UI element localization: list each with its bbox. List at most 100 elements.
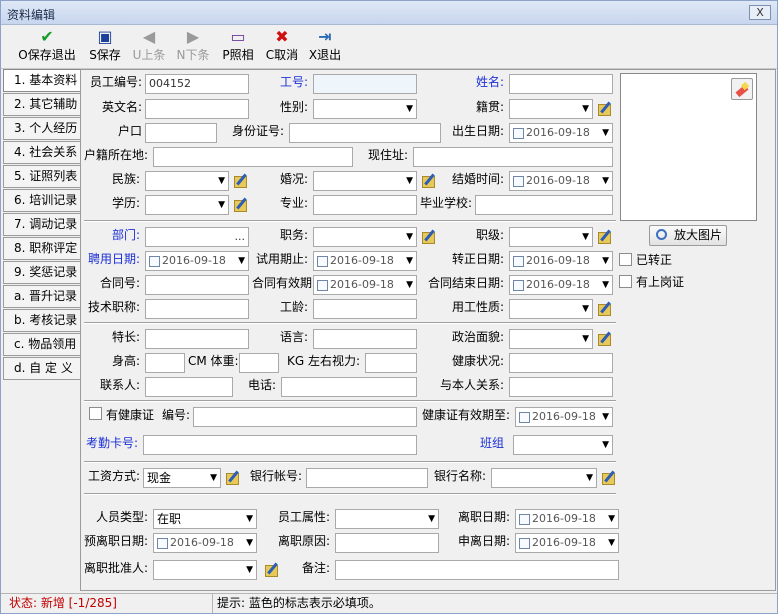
toolbar-photo-button[interactable]: ▭ P照相	[219, 27, 257, 67]
phone-input[interactable]	[281, 377, 417, 397]
photo-box[interactable]	[620, 73, 757, 221]
tab-9[interactable]: 9. 奖惩记录	[3, 261, 81, 284]
approver-select[interactable]: ▼	[153, 560, 257, 580]
duty-edit-icon[interactable]	[421, 228, 439, 246]
chevron-down-icon[interactable]: ▼	[586, 469, 593, 487]
chevron-down-icon[interactable]: ▼	[406, 100, 413, 118]
emp-attr-select[interactable]: ▼	[335, 509, 439, 529]
bank-acct-input[interactable]	[306, 468, 428, 488]
rank-edit-icon[interactable]	[597, 228, 615, 246]
marry-date[interactable]: 2016-09-18 ▼	[509, 171, 613, 191]
zoom-image-button[interactable]: 放大图片	[649, 225, 727, 246]
chevron-down-icon[interactable]: ▼	[238, 252, 245, 270]
tab-1[interactable]: 1. 基本资料	[3, 69, 81, 92]
regularized-checkbox[interactable]	[619, 253, 632, 266]
toolbar-exit-button[interactable]: ⇥ X退出	[307, 27, 343, 67]
chevron-down-icon[interactable]: ▼	[608, 510, 615, 528]
tab-6[interactable]: 6. 培训记录	[3, 189, 81, 212]
duty-select[interactable]: ▼	[313, 227, 417, 247]
title-input[interactable]	[145, 299, 249, 319]
emp-type-select[interactable]: 在职 ▼	[153, 509, 257, 529]
contract-valid-date[interactable]: 2016-09-18 ▼	[313, 275, 417, 295]
tab-5[interactable]: 5. 证照列表	[3, 165, 81, 188]
eng-name-input[interactable]	[145, 99, 249, 119]
wage-mode-select[interactable]: 现金 ▼	[143, 468, 221, 488]
chevron-down-icon[interactable]: ▼	[602, 172, 609, 190]
chevron-down-icon[interactable]: ▼	[582, 330, 589, 348]
marry-date-checkbox[interactable]	[513, 176, 524, 187]
toolbar-prev-button[interactable]: ◀ U上条	[129, 27, 169, 67]
tab-8[interactable]: 8. 职称评定	[3, 237, 81, 260]
chevron-down-icon[interactable]: ▼	[602, 252, 609, 270]
tab-11[interactable]: b. 考核记录	[3, 309, 81, 332]
apply-leave-date-checkbox[interactable]	[519, 538, 530, 549]
emp-no-input[interactable]: 004152	[145, 74, 249, 94]
leave-date-checkbox[interactable]	[519, 514, 530, 525]
health-cert-checkbox[interactable]	[89, 407, 102, 420]
bank-name-select[interactable]: ▼	[491, 468, 597, 488]
has-post-cert-checkbox[interactable]	[619, 275, 632, 288]
chevron-down-icon[interactable]: ▼	[218, 172, 225, 190]
tab-7[interactable]: 7. 调动记录	[3, 213, 81, 236]
pre-leave-date[interactable]: 2016-09-18 ▼	[153, 533, 257, 553]
chevron-down-icon[interactable]: ▼	[210, 469, 217, 487]
tab-12[interactable]: c. 物品领用	[3, 333, 81, 356]
toolbar-save-button[interactable]: ▣ S保存	[87, 27, 123, 67]
chevron-down-icon[interactable]: ▼	[246, 561, 253, 579]
chevron-down-icon[interactable]: ▼	[406, 252, 413, 270]
leave-reason-input[interactable]	[335, 533, 439, 553]
chevron-down-icon[interactable]: ▼	[406, 228, 413, 246]
card-no-input[interactable]	[143, 435, 417, 455]
seniority-input[interactable]	[313, 299, 417, 319]
marital-edit-icon[interactable]	[421, 172, 439, 190]
apply-leave-date[interactable]: 2016-09-18 ▼	[515, 533, 619, 553]
contract-end-date-checkbox[interactable]	[513, 280, 524, 291]
chevron-down-icon[interactable]: ▼	[602, 408, 609, 426]
relation-input[interactable]	[509, 377, 613, 397]
chevron-down-icon[interactable]: ▼	[582, 300, 589, 318]
remark-input[interactable]	[335, 560, 619, 580]
leave-date[interactable]: 2016-09-18 ▼	[515, 509, 619, 529]
rank-select[interactable]: ▼	[509, 227, 593, 247]
tab-4[interactable]: 4. 社会关系	[3, 141, 81, 164]
nation-edit-icon[interactable]	[233, 172, 251, 190]
emp-nature-select[interactable]: ▼	[509, 299, 593, 319]
contract-valid-date-checkbox[interactable]	[317, 280, 328, 291]
chevron-down-icon[interactable]: ▼	[218, 196, 225, 214]
name-input[interactable]	[509, 74, 613, 94]
shift-select[interactable]: ▼	[513, 435, 613, 455]
toolbar-save-exit-button[interactable]: ✔ O保存退出	[15, 27, 79, 67]
wage-mode-edit-icon[interactable]	[225, 469, 243, 487]
chevron-down-icon[interactable]: ▼	[428, 510, 435, 528]
native-select[interactable]: ▼	[509, 99, 593, 119]
chevron-down-icon[interactable]: ▼	[406, 276, 413, 294]
contract-no-input[interactable]	[145, 275, 249, 295]
dept-input[interactable]: ...	[145, 227, 249, 247]
contact-input[interactable]	[145, 377, 233, 397]
chevron-down-icon[interactable]: ▼	[602, 124, 609, 142]
edu-edit-icon[interactable]	[233, 196, 251, 214]
health-valid-date[interactable]: 2016-09-18 ▼	[515, 407, 613, 427]
toolbar-next-button[interactable]: ▶ N下条	[173, 27, 213, 67]
probation-date-checkbox[interactable]	[317, 256, 328, 267]
edu-select[interactable]: ▼	[145, 195, 229, 215]
chevron-down-icon[interactable]: ▼	[246, 510, 253, 528]
pre-leave-date-checkbox[interactable]	[157, 538, 168, 549]
political-select[interactable]: ▼	[509, 329, 593, 349]
birth-date[interactable]: 2016-09-18 ▼	[509, 123, 613, 143]
health-valid-date-checkbox[interactable]	[519, 412, 530, 423]
height-input[interactable]	[145, 353, 185, 373]
work-no-input[interactable]	[313, 74, 417, 94]
vision-input[interactable]	[365, 353, 417, 373]
address-input[interactable]	[413, 147, 613, 167]
native-edit-icon[interactable]	[597, 100, 615, 118]
weight-input[interactable]	[239, 353, 279, 373]
hire-date[interactable]: 2016-09-18 ▼	[145, 251, 249, 271]
emp-nature-edit-icon[interactable]	[597, 300, 615, 318]
regular-date[interactable]: 2016-09-18 ▼	[509, 251, 613, 271]
birth-date-checkbox[interactable]	[513, 128, 524, 139]
language-input[interactable]	[313, 329, 417, 349]
chevron-down-icon[interactable]: ▼	[602, 276, 609, 294]
chevron-down-icon[interactable]: ▼	[406, 172, 413, 190]
toolbar-cancel-button[interactable]: ✖ C取消	[263, 27, 301, 67]
